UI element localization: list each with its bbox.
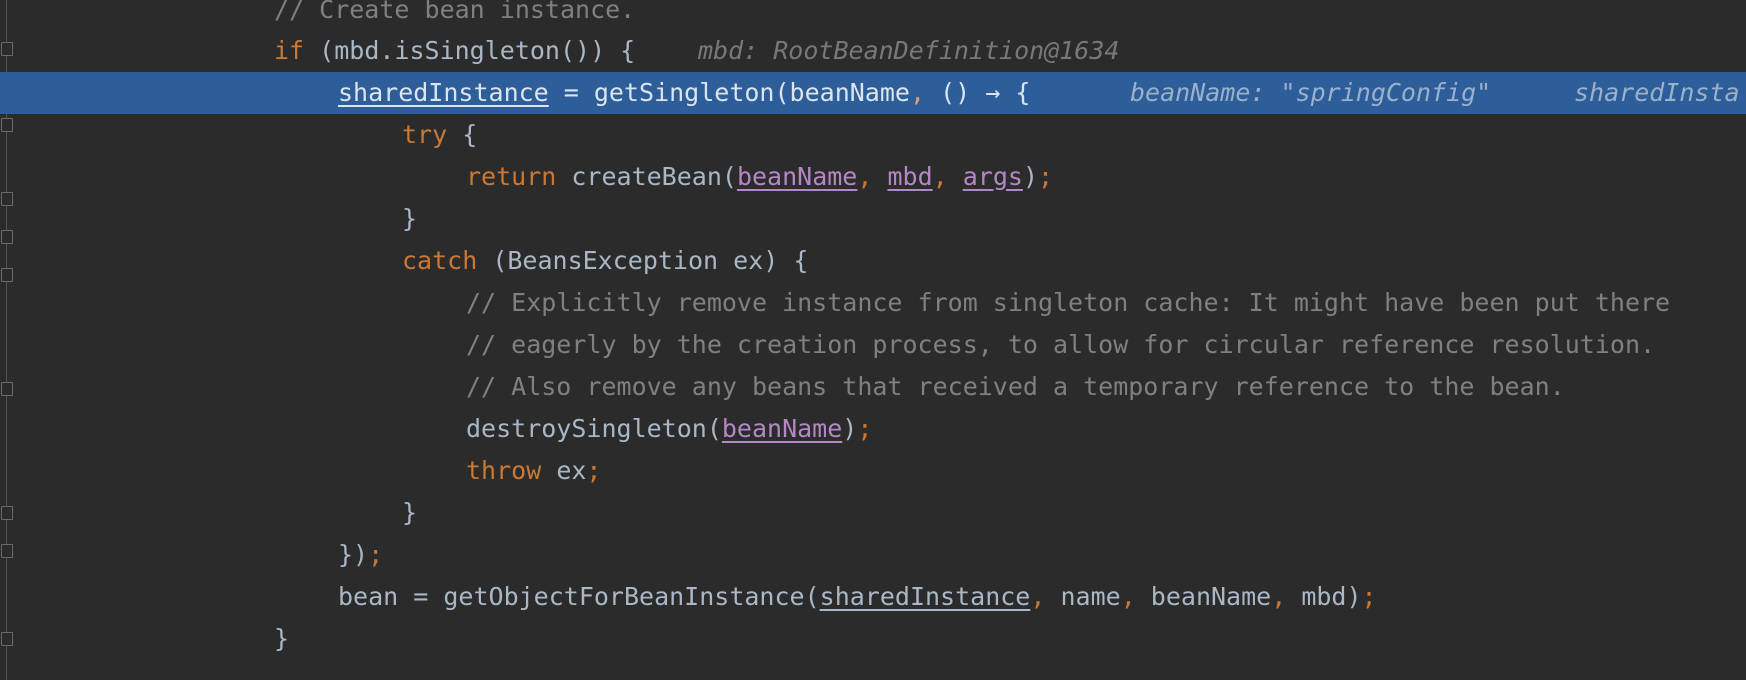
inline-debug-hint: beanName: "springConfig"	[1130, 78, 1492, 107]
parameter: mbd	[887, 162, 933, 191]
code-line[interactable]: throw ex;	[0, 450, 1746, 492]
code-text: }	[402, 498, 418, 527]
keyword: throw	[466, 456, 542, 485]
code-comment: // Explicitly remove instance from singl…	[466, 288, 1671, 317]
inline-debug-hint: mbd: RootBeanDefinition@1634	[698, 36, 1120, 65]
parameter: beanName	[721, 414, 843, 443]
punctuation: ,	[909, 78, 926, 107]
code-segment: )	[842, 414, 858, 443]
punctuation: ,	[932, 162, 963, 191]
punctuation: ,	[857, 162, 888, 191]
current-execution-line[interactable]: sharedInstance = getSingleton(beanName, …	[0, 72, 1746, 114]
code-segment: beanName	[1135, 582, 1272, 611]
code-comment: // eagerly by the creation process, to a…	[466, 330, 1656, 359]
keyword: catch	[402, 246, 478, 275]
code-comment: // Create bean instance.	[274, 0, 636, 24]
variable: sharedInstance	[338, 78, 549, 107]
code-segment: (mbd.isSingleton()) {	[304, 36, 636, 65]
code-segment: = getSingleton(beanName	[548, 78, 910, 107]
punctuation: ;	[1038, 162, 1054, 191]
code-segment: )	[1022, 162, 1039, 191]
code-text: throw ex;	[466, 450, 601, 492]
code-line[interactable]: return createBean(beanName, mbd, args);	[0, 156, 1746, 198]
code-line[interactable]: // Explicitly remove instance from singl…	[0, 282, 1746, 324]
punctuation: ,	[1030, 582, 1046, 611]
code-comment: // Also remove any beans that received a…	[466, 372, 1565, 401]
code-line[interactable]: catch (BeansException ex) {	[0, 240, 1746, 282]
punctuation: ;	[368, 540, 384, 569]
parameter: beanName	[736, 162, 858, 191]
code-segment: })	[338, 540, 369, 569]
variable: sharedInstance	[819, 582, 1031, 611]
code-line[interactable]: });	[0, 534, 1746, 576]
code-segment: destroySingleton(	[466, 414, 722, 443]
code-segment: bean = getObjectForBeanInstance(	[338, 582, 820, 611]
code-text: }	[274, 624, 290, 653]
code-line[interactable]: if (mbd.isSingleton()) { mbd: RootBeanDe…	[0, 30, 1746, 72]
code-segment: (BeansException ex) {	[477, 246, 809, 275]
code-text: if (mbd.isSingleton()) {	[274, 30, 635, 72]
code-segment: name	[1045, 582, 1121, 611]
code-text: sharedInstance = getSingleton(beanName, …	[338, 72, 1030, 114]
keyword: if	[274, 36, 305, 65]
code-line[interactable]: // eagerly by the creation process, to a…	[0, 324, 1746, 366]
code-editor[interactable]: // Create bean instance. if (mbd.isSingl…	[0, 0, 1746, 680]
keyword: return	[466, 162, 557, 191]
code-text: catch (BeansException ex) {	[402, 240, 808, 282]
code-text: }	[402, 204, 418, 233]
code-text: try {	[402, 114, 477, 156]
inline-debug-hint: sharedInsta	[1574, 78, 1740, 107]
code-text: return createBean(beanName, mbd, args);	[466, 156, 1053, 198]
code-segment: ex	[541, 456, 587, 485]
code-text: });	[338, 534, 383, 576]
punctuation: ,	[1271, 582, 1287, 611]
parameter: args	[962, 162, 1023, 191]
code-line[interactable]: destroySingleton(beanName);	[0, 408, 1746, 450]
code-segment: {	[447, 120, 478, 149]
code-line[interactable]: }	[0, 198, 1746, 240]
code-segment: createBean(	[556, 162, 737, 191]
punctuation: ,	[1120, 582, 1136, 611]
code-line[interactable]: }	[0, 492, 1746, 534]
code-segment: () → {	[925, 78, 1031, 107]
punctuation: ;	[1361, 582, 1377, 611]
code-text: destroySingleton(beanName);	[466, 408, 872, 450]
keyword: try	[402, 120, 448, 149]
code-line[interactable]: }	[0, 618, 1746, 660]
code-line[interactable]: bean = getObjectForBeanInstance(sharedIn…	[0, 576, 1746, 618]
code-line[interactable]: // Create bean instance.	[0, 0, 1746, 31]
code-segment: mbd)	[1286, 582, 1362, 611]
code-text: bean = getObjectForBeanInstance(sharedIn…	[338, 576, 1377, 618]
code-line[interactable]: try {	[0, 114, 1746, 156]
punctuation: ;	[586, 456, 602, 485]
code-line[interactable]: // Also remove any beans that received a…	[0, 366, 1746, 408]
punctuation: ;	[857, 414, 873, 443]
